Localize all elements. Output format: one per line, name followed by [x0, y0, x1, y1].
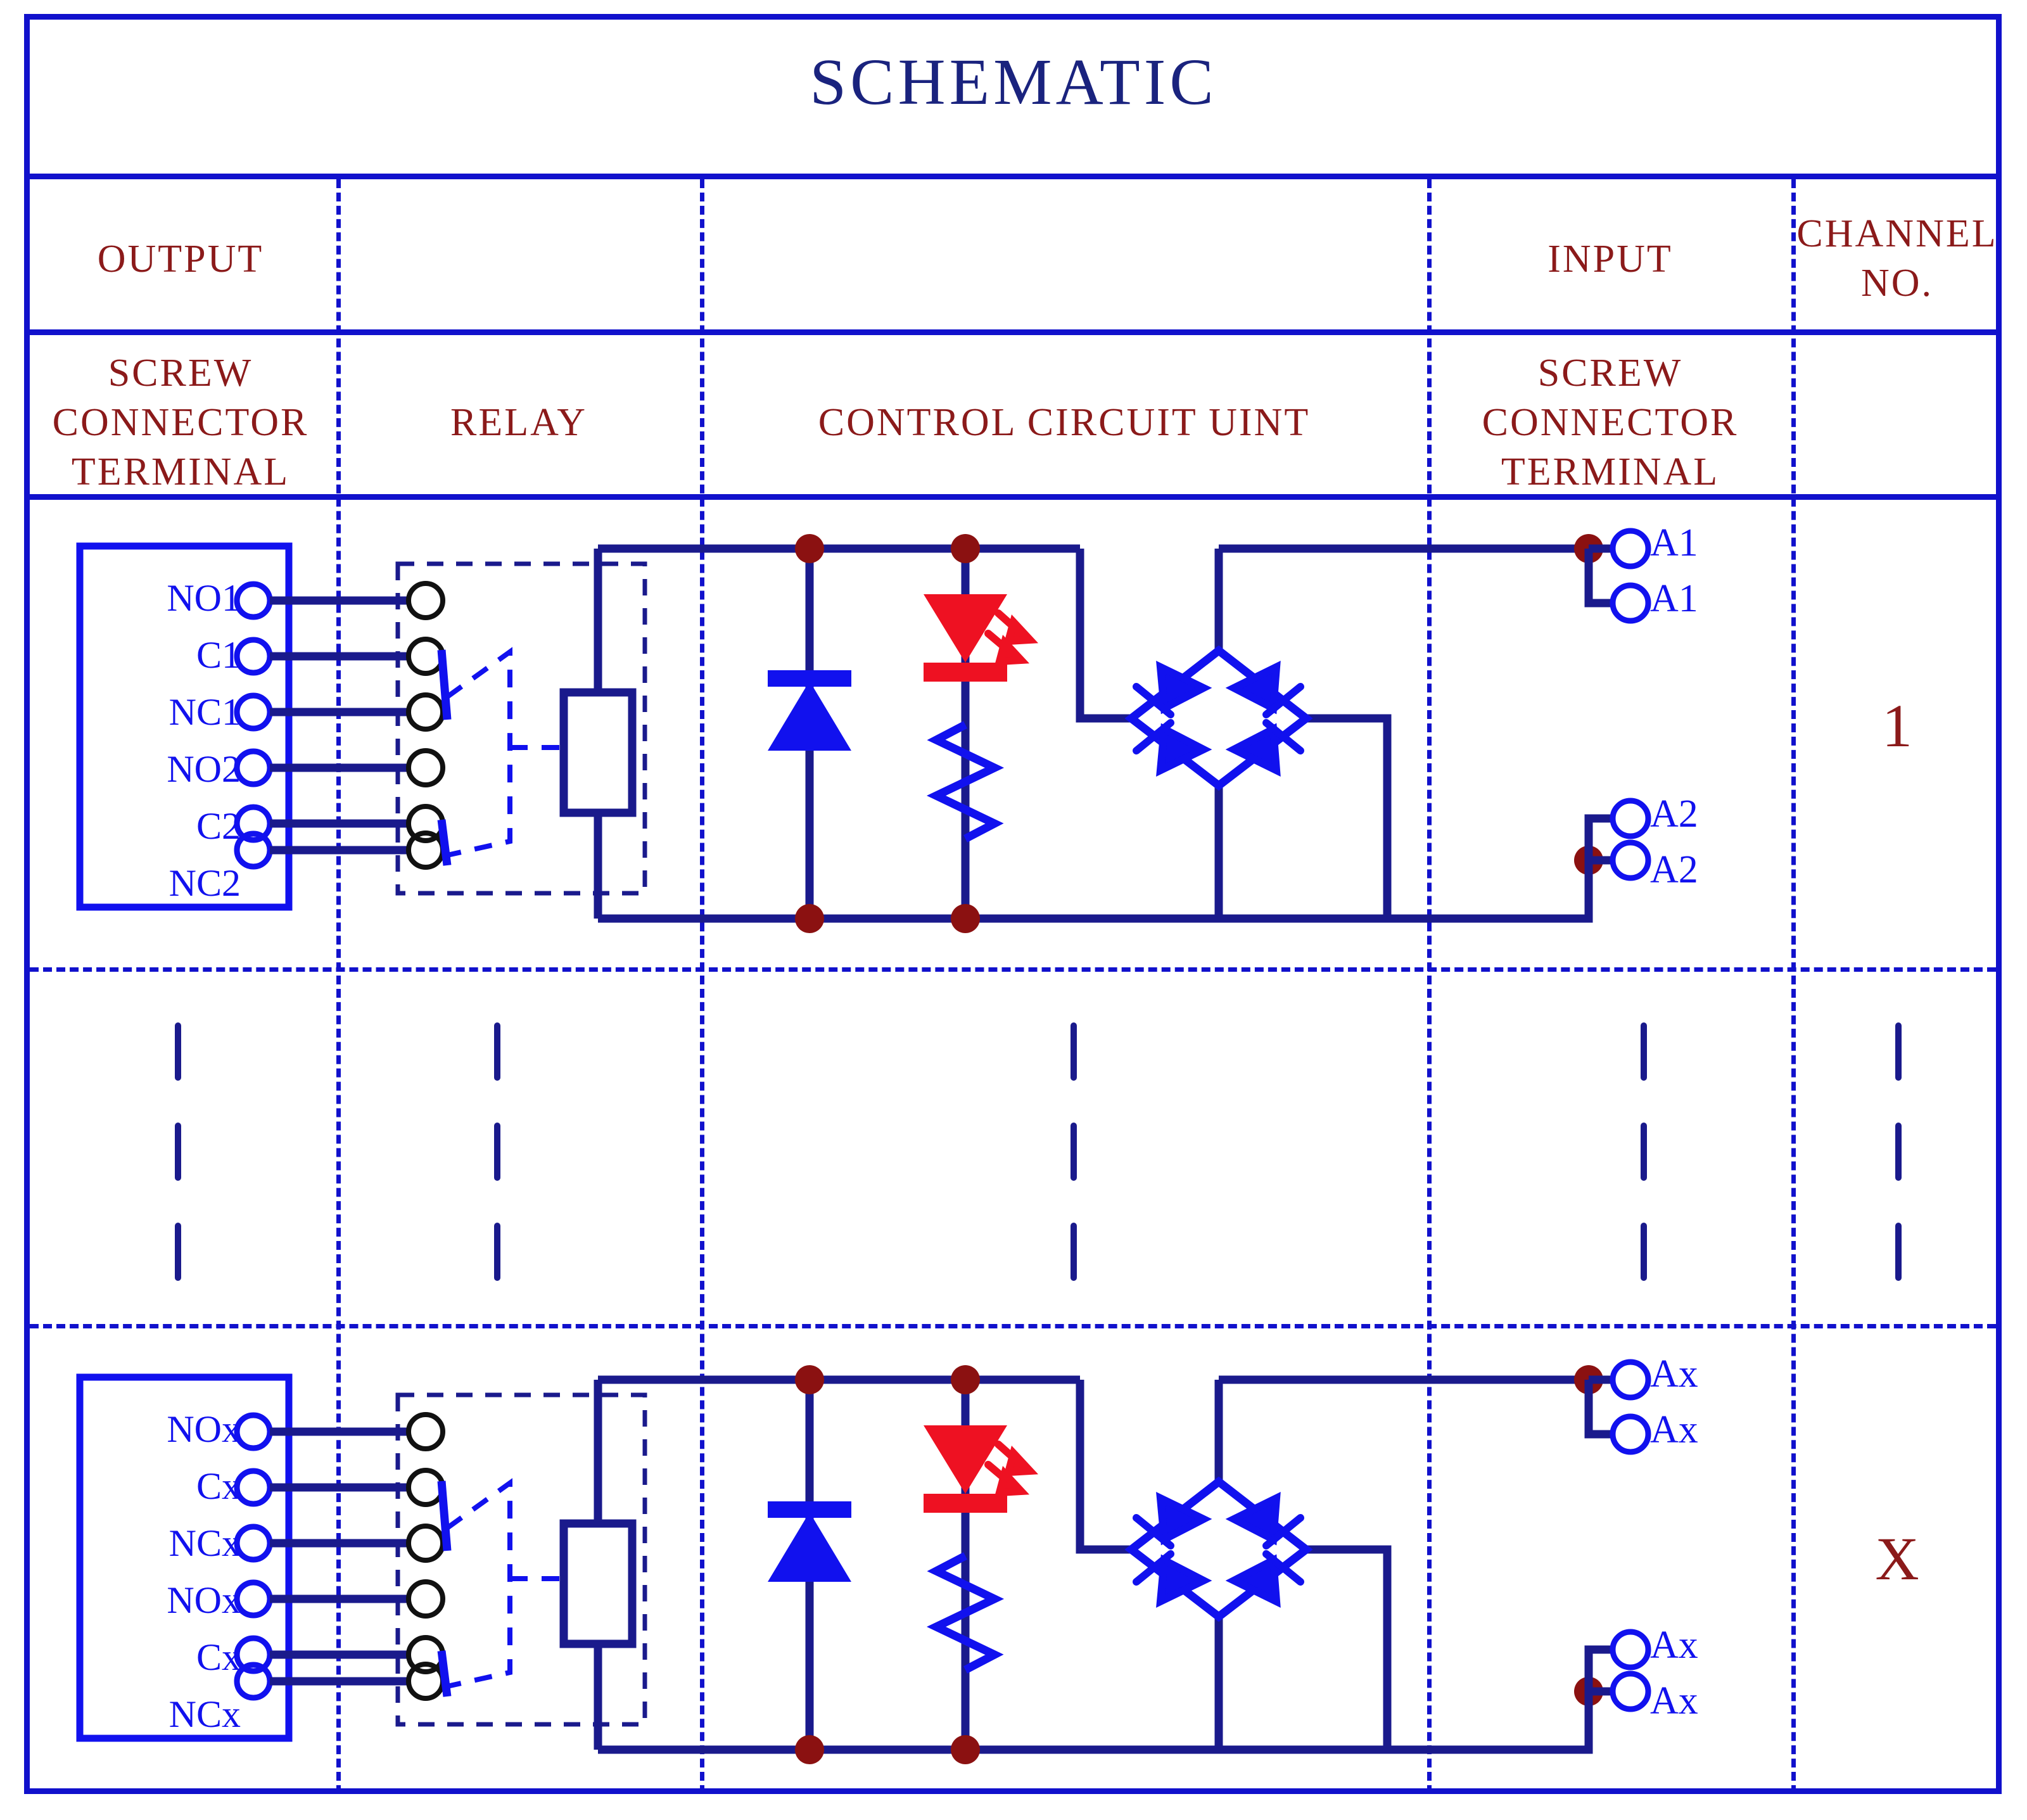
input-connector-row2	[1387, 1359, 1651, 1754]
flyback-diode-branch-row2	[768, 1380, 851, 1750]
schematic-page: SCHEMATIC OUTPUT INPUT CHANNEL NO. SCREW C…	[0, 0, 2027, 1820]
input-terminal-circle-row2-0	[1610, 1359, 1651, 1401]
output-terminal-circle-row2-3	[234, 1579, 273, 1619]
input-terminal-circle-row2-3	[1610, 1670, 1651, 1712]
input-terminal-circle-row2-1	[1610, 1413, 1651, 1455]
relay-contacts-row2	[406, 1412, 445, 1701]
led-emission-arrows-row2	[984, 1441, 1039, 1497]
relay-actuator-linkage-row2	[445, 1478, 564, 1689]
control-rails-row2	[804, 1375, 1589, 1754]
junction-dots-row2	[795, 1365, 1603, 1764]
output-terminal-circle-row2-0	[234, 1412, 273, 1451]
input-terminal-circle-row2-2	[1610, 1629, 1651, 1670]
relay-coil-row2	[559, 1519, 637, 1648]
row2-circuit-graphic	[76, 1359, 1651, 1764]
flyback-diode-row2	[768, 1512, 851, 1582]
output-terminal-circle-row2-1	[234, 1468, 273, 1507]
output-terminal-circle-row2-2	[234, 1524, 273, 1563]
bridge-rectifier-row2	[1076, 1380, 1392, 1750]
led-resistor-branch-row2	[924, 1380, 1039, 1750]
indicator-led-row2	[924, 1425, 1007, 1494]
